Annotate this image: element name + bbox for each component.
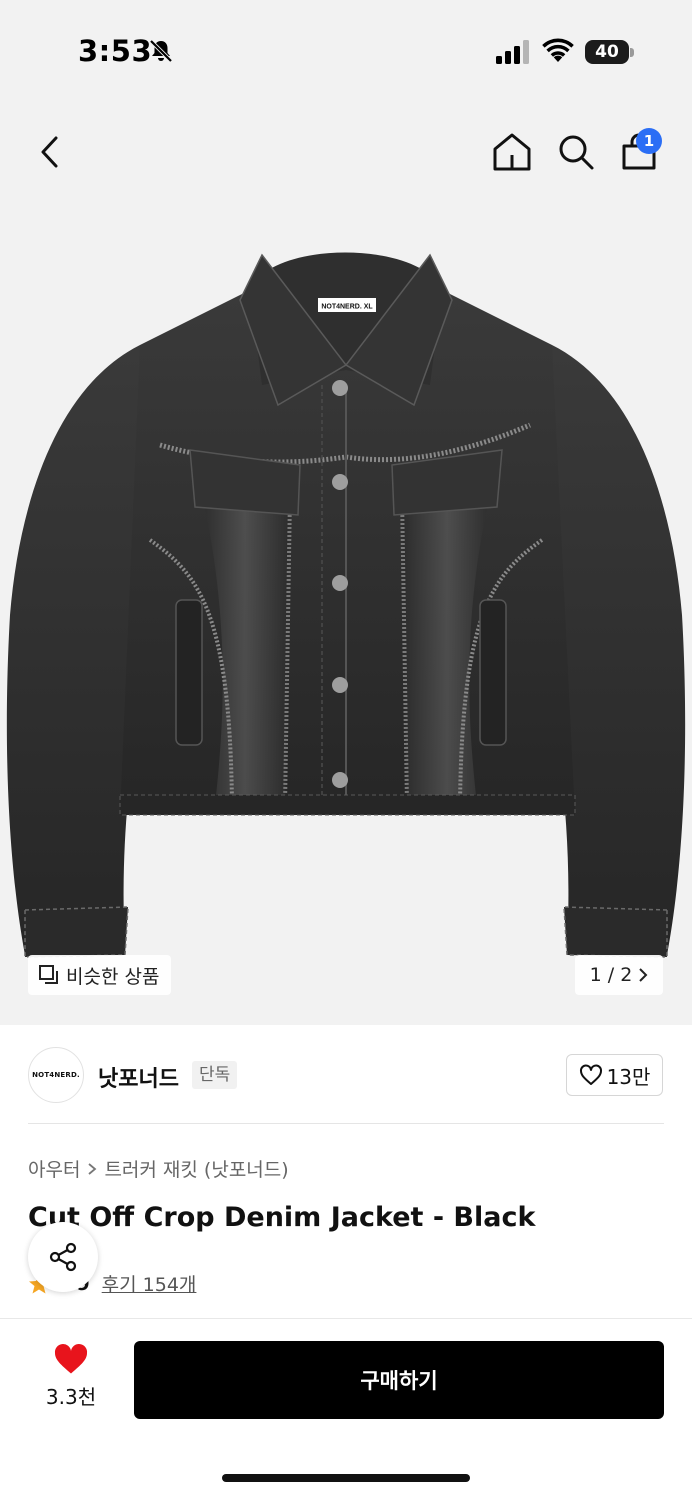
breadcrumb-item-outer[interactable]: 아우터 xyxy=(28,1155,80,1182)
divider xyxy=(28,1123,664,1124)
battery-level: 40 xyxy=(595,42,619,62)
battery-icon: 40 xyxy=(585,38,635,66)
brand-like-button[interactable]: 13만 xyxy=(566,1054,663,1096)
product-title: Cut Off Crop Denim Jacket - Black xyxy=(28,1202,536,1233)
status-time: 3:53 xyxy=(78,34,153,68)
chevron-right-icon xyxy=(88,1162,97,1175)
buy-button[interactable]: 구매하기 xyxy=(134,1341,664,1419)
wishlist-button[interactable]: 3.3천 xyxy=(30,1343,112,1417)
product-image[interactable]: NOT4NERD. XL xyxy=(0,195,692,1025)
heart-filled-icon xyxy=(54,1344,88,1374)
brand-row: NOT4NERD. 낫포너드 단독 13만 xyxy=(0,1025,692,1125)
home-icon[interactable] xyxy=(490,130,534,174)
signal-icon xyxy=(496,40,529,64)
review-link[interactable]: 후기 154개 xyxy=(102,1270,197,1297)
wishlist-count: 3.3천 xyxy=(45,1385,97,1409)
heart-outline-icon xyxy=(579,1064,602,1085)
brand-name[interactable]: 낫포너드 xyxy=(98,1061,179,1093)
share-button[interactable] xyxy=(28,1222,98,1292)
search-icon[interactable] xyxy=(554,130,598,174)
cart-count-badge: 1 xyxy=(636,128,662,154)
brand-logo[interactable]: NOT4NERD. xyxy=(28,1047,84,1103)
page-counter-text: 1 / 2 xyxy=(589,964,633,986)
similar-products-label: 비슷한 상품 xyxy=(66,965,160,988)
breadcrumb: 아우터 트러커 재킷 (낫포너드) xyxy=(28,1155,289,1182)
brand-logo-text: NOT4NERD. xyxy=(32,1071,80,1079)
top-navigation xyxy=(0,110,692,190)
image-page-counter[interactable]: 1 / 2 xyxy=(575,955,663,995)
brand-like-count: 13만 xyxy=(606,1064,651,1089)
similar-products-button[interactable]: 비슷한 상품 xyxy=(28,955,172,995)
chevron-right-icon xyxy=(639,968,648,982)
back-icon[interactable] xyxy=(28,130,72,174)
product-hero: 3:53 40 1 NOT4NERD. XL 비슷한 상품 1 / 2 xyxy=(0,0,692,1025)
exclusive-badge: 단독 xyxy=(192,1061,238,1089)
status-bar: 3:53 40 xyxy=(0,0,692,100)
purchase-bar: 3.3천 구매하기 xyxy=(0,1318,692,1500)
jacket-tag-text: NOT4NERD. XL xyxy=(321,304,373,311)
battery-nub xyxy=(630,48,634,57)
wifi-icon xyxy=(542,38,574,62)
breadcrumb-item-category[interactable]: 트러커 재킷 (낫포너드) xyxy=(104,1155,288,1182)
share-icon xyxy=(49,1242,77,1272)
similar-items-icon xyxy=(39,965,58,984)
home-indicator xyxy=(222,1474,470,1482)
bell-off-icon xyxy=(149,39,173,63)
